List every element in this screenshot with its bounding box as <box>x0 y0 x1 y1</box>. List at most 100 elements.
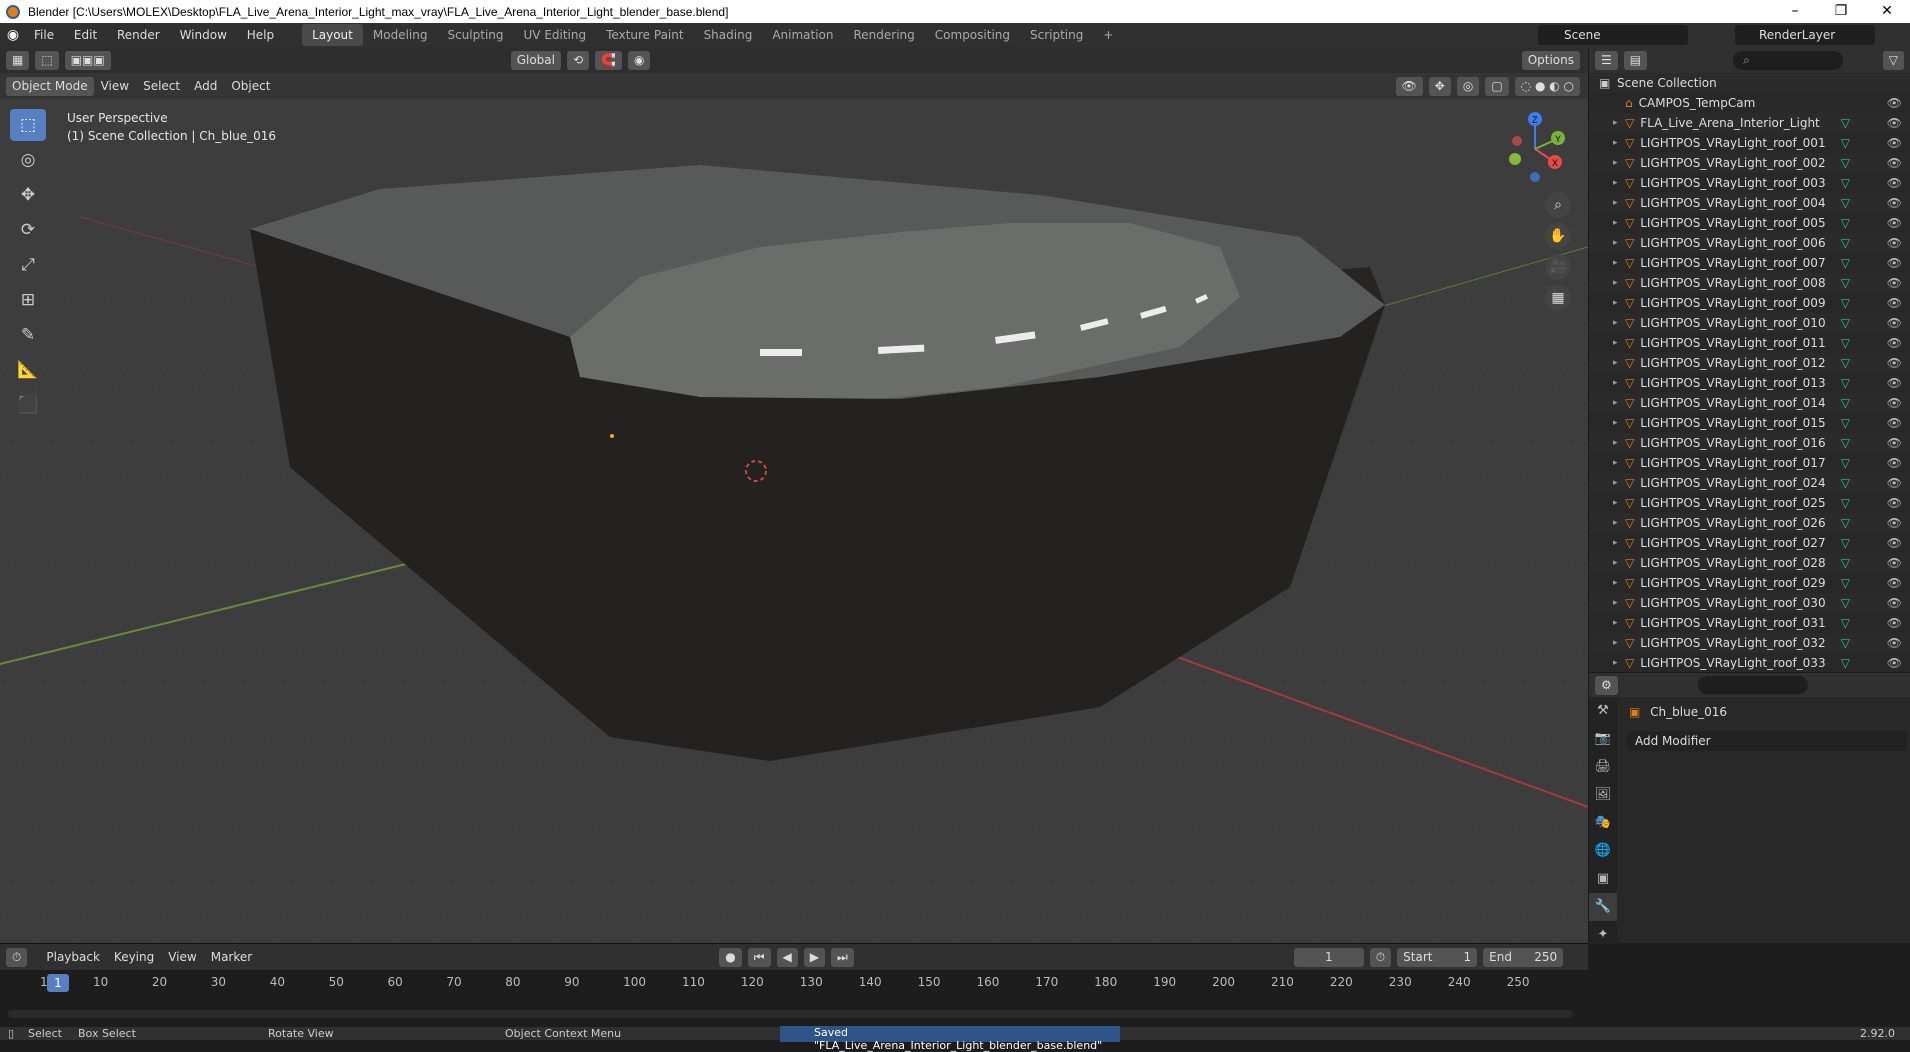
visibility-eye-icon[interactable]: 👁 <box>1887 596 1902 610</box>
outliner-scene-collection[interactable]: ▣ Scene Collection <box>1589 73 1910 93</box>
xray-icon[interactable]: ▢ <box>1485 76 1509 96</box>
menu-marker[interactable]: Marker <box>204 950 259 964</box>
3d-viewport[interactable]: ▦ ⬚ ▣▣▣ Global ⟲ 🧲 ◉ Options Object Mode… <box>0 47 1588 943</box>
expand-arrow-icon[interactable]: ▸ <box>1613 458 1625 468</box>
expand-arrow-icon[interactable]: ▸ <box>1613 318 1625 328</box>
next-keyframe-button[interactable]: ⏭ <box>830 947 854 967</box>
scene-tab-icon[interactable]: 🎭 <box>1589 809 1617 837</box>
shading-mode-icons[interactable]: ◌ ● ◐ ○ <box>1514 76 1580 96</box>
visibility-icon[interactable]: 👁 <box>1395 76 1423 96</box>
outliner-item[interactable]: ▸ ▽ LIGHTPOS_VRayLight_roof_016 ▽ 👁 <box>1589 433 1910 453</box>
outliner-item[interactable]: ▸ ▽ LIGHTPOS_VRayLight_roof_032 ▽ 👁 <box>1589 633 1910 653</box>
rotate-tool-icon[interactable]: ⟳ <box>10 214 46 246</box>
outliner-item[interactable]: ⌂ CAMPOS_TempCam 👁 <box>1589 93 1910 113</box>
visibility-eye-icon[interactable]: 👁 <box>1887 456 1902 470</box>
visibility-eye-icon[interactable]: 👁 <box>1887 276 1902 290</box>
properties-editor-icon[interactable]: ⚙ <box>1595 675 1618 695</box>
object-mode-selector[interactable]: Object Mode <box>6 76 94 96</box>
mesh-data-icon[interactable]: ▽ <box>1841 416 1850 430</box>
mesh-data-icon[interactable]: ▽ <box>1841 556 1850 570</box>
add-workspace-button[interactable]: + <box>1093 24 1123 46</box>
mesh-data-icon[interactable]: ▽ <box>1841 456 1850 470</box>
menu-help[interactable]: Help <box>239 28 282 42</box>
pan-hand-icon[interactable]: ✋ <box>1545 223 1571 249</box>
scene-selector[interactable]: Scene <box>1538 25 1688 45</box>
outliner-item[interactable]: ▸ ▽ LIGHTPOS_VRayLight_roof_031 ▽ 👁 <box>1589 613 1910 633</box>
outliner-display-mode-icon[interactable]: ☰ <box>1595 50 1618 70</box>
outliner-item[interactable]: ▸ ▽ LIGHTPOS_VRayLight_roof_005 ▽ 👁 <box>1589 213 1910 233</box>
filter-icon[interactable]: ▽ <box>1882 50 1904 70</box>
mesh-data-icon[interactable]: ▽ <box>1841 296 1850 310</box>
tab-sculpting[interactable]: Sculpting <box>437 24 513 46</box>
menu-select[interactable]: Select <box>136 79 187 93</box>
record-button[interactable]: ● <box>719 947 742 967</box>
prev-keyframe-button[interactable]: ◀ <box>776 947 798 967</box>
expand-arrow-icon[interactable]: ▸ <box>1613 278 1625 288</box>
mesh-data-icon[interactable]: ▽ <box>1841 336 1850 350</box>
expand-arrow-icon[interactable]: ▸ <box>1613 498 1625 508</box>
outliner-item[interactable]: ▸ ▽ LIGHTPOS_VRayLight_roof_006 ▽ 👁 <box>1589 233 1910 253</box>
outliner-item[interactable]: ▸ ▽ LIGHTPOS_VRayLight_roof_003 ▽ 👁 <box>1589 173 1910 193</box>
frame-ruler[interactable]: 1 10 20 30 40 50 60 70 80 90 100 110 120 130 140 150 160… <box>10 972 1575 994</box>
cursor-tool-icon[interactable]: ◎ <box>10 144 46 176</box>
properties-search-input[interactable] <box>1697 676 1808 694</box>
mesh-data-icon[interactable]: ▽ <box>1841 636 1850 650</box>
expand-arrow-icon[interactable]: ▸ <box>1613 238 1625 248</box>
mesh-data-icon[interactable]: ▽ <box>1841 136 1850 150</box>
mesh-data-icon[interactable]: ▽ <box>1841 616 1850 630</box>
menu-file[interactable]: File <box>26 28 62 42</box>
close-button[interactable]: ✕ <box>1864 0 1910 23</box>
expand-arrow-icon[interactable]: ▸ <box>1613 358 1625 368</box>
start-frame-field[interactable]: Start 1 <box>1397 947 1478 967</box>
editor-type-icon[interactable]: ▦ <box>6 50 30 70</box>
play-button[interactable]: ▶ <box>803 947 825 967</box>
mesh-data-icon[interactable]: ▽ <box>1841 436 1850 450</box>
outliner-item[interactable]: ▸ ▽ LIGHTPOS_VRayLight_roof_001 ▽ 👁 <box>1589 133 1910 153</box>
expand-arrow-icon[interactable]: ▸ <box>1613 478 1625 488</box>
visibility-eye-icon[interactable]: 👁 <box>1887 556 1902 570</box>
tool-tab-icon[interactable]: ⚒ <box>1589 697 1617 725</box>
timeline-scrollbar[interactable] <box>8 1010 1573 1018</box>
add-modifier-dropdown[interactable]: Add Modifier <box>1627 731 1907 751</box>
mesh-data-icon[interactable]: ▽ <box>1841 496 1850 510</box>
mesh-data-icon[interactable]: ▽ <box>1841 376 1850 390</box>
expand-arrow-icon[interactable]: ▸ <box>1613 158 1625 168</box>
outliner-item[interactable]: ▸ ▽ LIGHTPOS_VRayLight_roof_024 ▽ 👁 <box>1589 473 1910 493</box>
tab-compositing[interactable]: Compositing <box>925 24 1020 46</box>
preview-range-icon[interactable]: ⏱ <box>1369 947 1392 967</box>
tab-layout[interactable]: Layout <box>302 24 363 46</box>
mesh-data-icon[interactable]: ▽ <box>1841 256 1850 270</box>
outliner-item[interactable]: ▸ ▽ LIGHTPOS_VRayLight_roof_009 ▽ 👁 <box>1589 293 1910 313</box>
expand-arrow-icon[interactable]: ▸ <box>1613 598 1625 608</box>
mesh-data-icon[interactable]: ▽ <box>1841 276 1850 290</box>
minimize-button[interactable]: – <box>1772 0 1818 23</box>
outliner-item[interactable]: ▸ ▽ LIGHTPOS_VRayLight_roof_007 ▽ 👁 <box>1589 253 1910 273</box>
visibility-eye-icon[interactable]: 👁 <box>1887 176 1902 190</box>
visibility-eye-icon[interactable]: 👁 <box>1887 436 1902 450</box>
pivot-icon[interactable]: ⟲ <box>566 50 590 70</box>
object-tab-icon[interactable]: ▣ <box>1589 865 1617 893</box>
mesh-data-icon[interactable]: ▽ <box>1841 176 1850 190</box>
mesh-data-icon[interactable]: ▽ <box>1841 596 1850 610</box>
expand-arrow-icon[interactable]: ▸ <box>1613 138 1625 148</box>
move-tool-icon[interactable]: ✥ <box>10 179 46 211</box>
snap-icon[interactable]: 🧲 <box>595 50 622 70</box>
render-layer-selector[interactable]: RenderLayer <box>1735 25 1875 45</box>
jump-start-button[interactable]: ⏮ <box>747 947 771 967</box>
select-mode-icon[interactable]: ⬚ <box>35 50 59 70</box>
mesh-data-icon[interactable]: ▽ <box>1841 476 1850 490</box>
outliner-view-icon[interactable]: ▤ <box>1623 50 1648 70</box>
outliner-item[interactable]: ▸ ▽ LIGHTPOS_VRayLight_roof_017 ▽ 👁 <box>1589 453 1910 473</box>
outliner-item[interactable]: ▸ ▽ LIGHTPOS_VRayLight_roof_010 ▽ 👁 <box>1589 313 1910 333</box>
particles-tab-icon[interactable]: ✦ <box>1589 921 1617 949</box>
blender-menu-icon[interactable]: ◉ <box>0 27 26 43</box>
outliner-item[interactable]: ▸ ▽ LIGHTPOS_VRayLight_roof_025 ▽ 👁 <box>1589 493 1910 513</box>
zoom-icon[interactable]: ⌕ <box>1545 192 1571 218</box>
menu-keying[interactable]: Keying <box>107 950 161 964</box>
expand-arrow-icon[interactable]: ▸ <box>1613 418 1625 428</box>
visibility-eye-icon[interactable]: 👁 <box>1887 216 1902 230</box>
visibility-eye-icon[interactable]: 👁 <box>1887 376 1902 390</box>
expand-arrow-icon[interactable]: ▸ <box>1613 618 1625 628</box>
menu-object[interactable]: Object <box>224 79 277 93</box>
expand-arrow-icon[interactable]: ▸ <box>1613 658 1625 668</box>
